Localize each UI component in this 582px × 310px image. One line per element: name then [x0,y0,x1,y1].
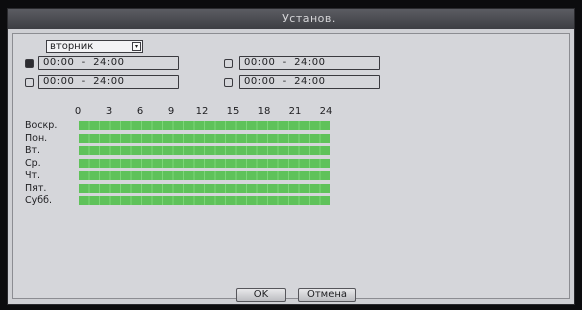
period-3-checkbox[interactable] [25,78,34,87]
period-2-checkbox[interactable] [224,59,233,68]
ok-button[interactable]: OK [236,288,286,302]
day-label: Пон. [25,132,48,144]
dialog-titlebar: Установ. [8,9,574,29]
hour-label: 24 [319,106,333,117]
day-select[interactable]: вторник ▾ [46,40,143,53]
period-4-checkbox[interactable] [224,78,233,87]
period-2-time[interactable]: 00:00 - 24:00 [239,56,380,70]
schedule-bar[interactable] [79,146,330,155]
hour-label: 3 [105,106,113,117]
chevron-down-icon[interactable]: ▾ [132,42,141,51]
schedule-bar[interactable] [79,121,330,130]
day-label: Ср. [25,157,41,169]
day-label: Воскр. [25,120,58,131]
schedule-panel: вторник ▾ 00:00 - 24:00 00:00 - 24:00 00… [12,33,570,302]
day-label: Вт. [25,145,41,156]
hour-label: 15 [226,106,240,117]
hour-label: 9 [167,106,175,117]
hour-label: 21 [288,106,302,117]
cancel-button[interactable]: Отмена [298,288,356,302]
hour-label: 18 [257,106,271,117]
day-select-value: вторник [50,41,94,52]
day-label: Чт. [25,170,41,181]
period-4-time[interactable]: 00:00 - 24:00 [239,75,380,89]
schedule-bar[interactable] [79,158,330,168]
period-1-time[interactable]: 00:00 - 24:00 [38,56,179,70]
hour-label: 6 [136,106,144,117]
schedule-dialog: Установ. вторник ▾ 00:00 - 24:00 00:00 -… [7,8,575,305]
dialog-title: Установ. [282,12,336,25]
hour-label: 0 [74,106,82,117]
schedule-bar[interactable] [79,183,330,193]
period-1-checkbox[interactable] [25,59,34,68]
schedule-bar[interactable] [79,133,330,143]
day-label: Субб. [25,195,52,206]
hour-label: 12 [195,106,209,117]
schedule-bar[interactable] [79,196,330,205]
day-label: Пят. [25,182,47,194]
period-3-time[interactable]: 00:00 - 24:00 [38,75,179,89]
schedule-bar[interactable] [79,171,330,180]
